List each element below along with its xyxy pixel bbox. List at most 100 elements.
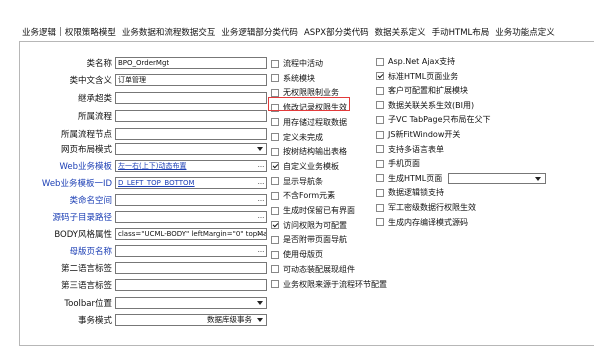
web-template-link[interactable]: 左一右(上下)动态布置 xyxy=(118,162,186,170)
tab-business-logic[interactable]: 业务逻辑 xyxy=(19,26,59,38)
option-checkbox-row[interactable]: 手机页面 xyxy=(376,158,420,169)
checkbox[interactable] xyxy=(376,203,384,212)
web-template-id-browse-button[interactable]: ... xyxy=(254,178,268,188)
namespace-browse-button[interactable]: ... xyxy=(254,195,268,205)
checkbox[interactable] xyxy=(271,177,279,186)
checkbox[interactable] xyxy=(271,133,279,141)
option-checkbox-row[interactable]: 业务权限来源于流程环节配置 xyxy=(271,279,387,290)
option-checkbox-row[interactable]: 可动态装配展现组件 xyxy=(271,264,355,275)
checkbox[interactable] xyxy=(376,174,384,183)
checkbox[interactable] xyxy=(376,72,384,81)
flow-input[interactable] xyxy=(115,109,267,122)
checkbox[interactable] xyxy=(376,145,384,154)
checkbox-label: 可动态装配展现组件 xyxy=(283,264,355,274)
option-checkbox-row[interactable]: Asp.Net Ajax支持 xyxy=(376,56,455,67)
checkbox[interactable] xyxy=(271,74,279,83)
option-checkbox-row[interactable]: 数据逻辑锁支持 xyxy=(376,187,444,198)
web-mode-select[interactable] xyxy=(115,142,267,155)
option-checkbox-row[interactable]: 是否附带页面导航 xyxy=(271,234,347,245)
source-dir-browse-button[interactable]: ... xyxy=(254,212,268,222)
cn-name-input[interactable]: 订单管理 xyxy=(115,73,267,86)
body-attr-input[interactable]: class="UCML-BODY" leftMargin="0" topMa xyxy=(115,227,267,240)
web-template-input[interactable]: 左一右(上下)动态布置 xyxy=(115,159,267,172)
option-checkbox-row[interactable]: 用存储过程取数据 xyxy=(271,117,347,128)
checkbox-label: 客户可配置和扩展模块 xyxy=(388,86,468,96)
option-checkbox-row[interactable]: 显示导航条 xyxy=(271,176,323,187)
parent-class-input[interactable] xyxy=(115,91,267,104)
option-checkbox-row[interactable]: JS新FitWindow开关 xyxy=(376,129,460,140)
option-checkbox-row[interactable]: 定义未完成 xyxy=(271,132,323,143)
option-checkbox-row[interactable]: 子VC TabPage只布局在父下 xyxy=(376,114,491,125)
html-page-select[interactable] xyxy=(448,172,547,184)
checkbox[interactable] xyxy=(376,218,384,227)
namespace-input[interactable] xyxy=(115,193,267,206)
master-page-browse-button[interactable]: ... xyxy=(254,246,268,256)
checkbox[interactable] xyxy=(271,265,279,274)
checkbox[interactable] xyxy=(271,280,279,288)
tab-manual-html[interactable]: 手动HTML布局 xyxy=(429,26,493,38)
web-template-id-link[interactable]: D_LEFT_TOP_BOTTOM xyxy=(118,179,195,187)
checkbox[interactable] xyxy=(376,130,384,139)
row-flow-node: 所属流程节点 xyxy=(20,127,280,140)
tab-logic-partial-code[interactable]: 业务逻辑部分类代码 xyxy=(218,26,301,38)
checkbox[interactable] xyxy=(271,206,279,215)
window: 业务逻辑 | 权限策略模型 业务数据和流程数据交互 业务逻辑部分类代码 ASPX部… xyxy=(0,0,594,356)
checkbox[interactable] xyxy=(376,188,384,197)
source-dir-input[interactable] xyxy=(115,210,267,223)
option-checkbox-row[interactable]: 按树结构输出表格 xyxy=(271,146,347,157)
option-checkbox-row[interactable]: 生成HTML页面 xyxy=(376,172,547,184)
lang3-input[interactable] xyxy=(115,278,267,291)
option-checkbox-row[interactable]: 生成内存编译模式源码 xyxy=(376,217,468,228)
web-template-id-input[interactable]: D_LEFT_TOP_BOTTOM xyxy=(115,176,267,189)
flow-node-input[interactable] xyxy=(115,127,267,140)
checkbox[interactable] xyxy=(376,57,384,66)
checkbox-label: 用存储过程取数据 xyxy=(283,117,347,127)
checkbox[interactable] xyxy=(376,115,384,124)
chevron-down-icon xyxy=(257,317,263,322)
checkbox-label: 流程中活动 xyxy=(283,59,323,68)
option-checkbox-row[interactable]: 自定义业务模板 xyxy=(271,161,339,172)
row-master-page: 母版页名称 ... xyxy=(20,244,280,257)
checkbox[interactable] xyxy=(271,235,279,244)
checkbox[interactable] xyxy=(271,88,279,97)
checkbox[interactable] xyxy=(376,159,384,168)
web-template-browse-button[interactable]: ... xyxy=(254,161,268,171)
checkbox[interactable] xyxy=(376,101,384,110)
tab-feature-points[interactable]: 业务功能点定义 xyxy=(492,26,558,38)
option-checkbox-row[interactable]: 不含Form元素 xyxy=(271,190,335,201)
checkbox[interactable] xyxy=(271,118,279,127)
option-checkbox-row[interactable]: 数据关联关系生效(BI用) xyxy=(376,100,474,111)
option-checkbox-row[interactable]: 支持多语言表单 xyxy=(376,144,444,155)
checkbox[interactable] xyxy=(376,86,384,95)
tab-aspx-partial-code[interactable]: ASPX部分类代码 xyxy=(301,26,372,38)
txn-mode-select[interactable]: 数据库级事务 xyxy=(115,313,267,326)
tab-data-relations[interactable]: 数据关系定义 xyxy=(372,26,429,38)
label-class-name: 类名称 xyxy=(86,58,112,69)
class-name-input[interactable]: BPO_OrderMgt xyxy=(115,56,267,69)
label-lang3: 第三语言标签 xyxy=(60,280,112,291)
lang2-input[interactable] xyxy=(115,261,267,274)
row-source-dir: 源码子目录路径 ... xyxy=(20,210,280,223)
option-checkbox-row[interactable]: 使用母版页 xyxy=(271,249,323,260)
checkbox-label: 军工密级数据行权限生效 xyxy=(388,203,476,212)
master-page-input[interactable] xyxy=(115,244,267,257)
checkbox[interactable] xyxy=(271,191,279,200)
tab-permission-model[interactable]: 权限策略模型 xyxy=(62,26,119,38)
tab-data-interaction[interactable]: 业务数据和流程数据交互 xyxy=(119,26,219,38)
checkbox[interactable] xyxy=(271,59,279,68)
checkbox[interactable] xyxy=(271,221,279,230)
option-checkbox-row[interactable]: 系统模块 xyxy=(271,73,315,84)
option-checkbox-row[interactable]: 军工密级数据行权限生效 xyxy=(376,202,476,213)
body-attr-browse-button[interactable]: ... xyxy=(254,229,268,239)
checkbox[interactable] xyxy=(271,162,279,171)
toolbar-pos-select[interactable] xyxy=(115,296,267,309)
checkbox[interactable] xyxy=(271,147,279,156)
option-checkbox-row[interactable]: 客户可配置和扩展模块 xyxy=(376,85,468,96)
option-checkbox-row[interactable]: 标准HTML页面业务 xyxy=(376,71,458,82)
option-checkbox-row[interactable]: 生成时保留已有界面 xyxy=(271,205,355,216)
row-class-name: 类名称 BPO_OrderMgt xyxy=(20,56,280,69)
option-checkbox-row[interactable]: 流程中活动 xyxy=(271,58,323,69)
checkbox-label: 访问权限为可配置 xyxy=(283,220,347,230)
option-checkbox-row[interactable]: 访问权限为可配置 xyxy=(271,220,347,231)
checkbox[interactable] xyxy=(271,250,279,259)
